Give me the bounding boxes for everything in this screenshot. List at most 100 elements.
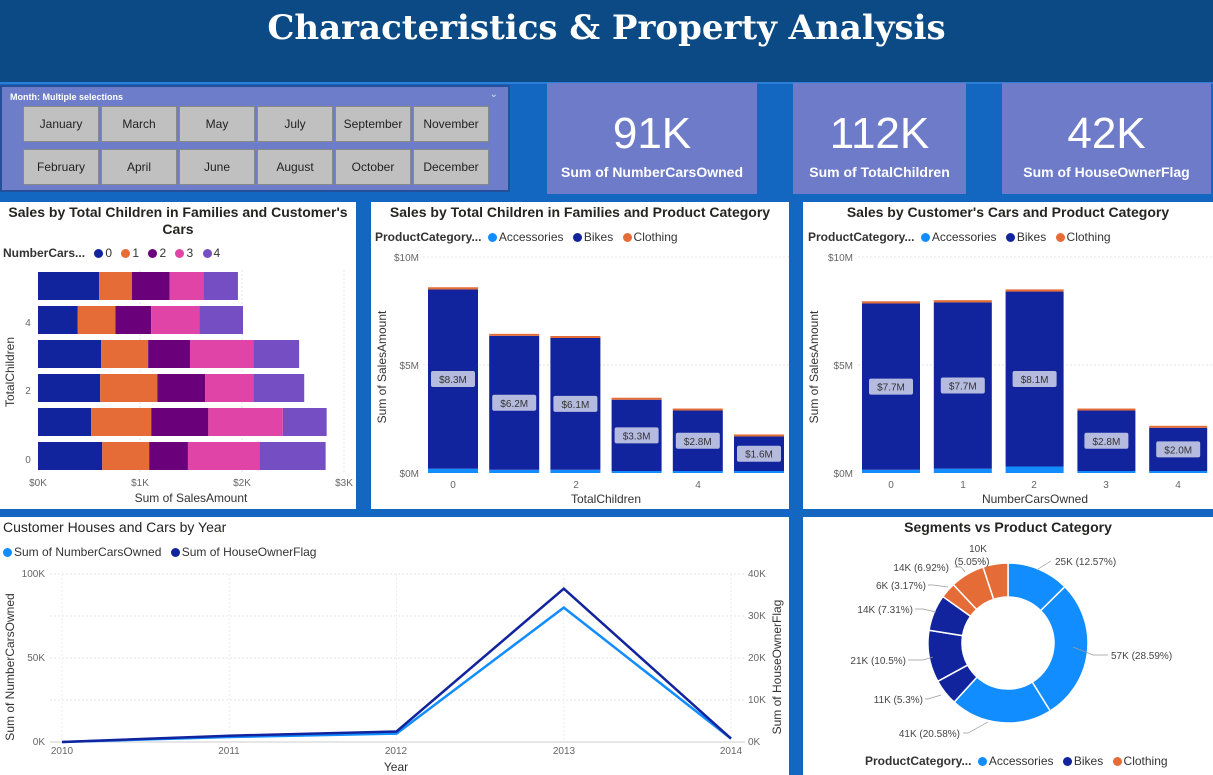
bar-segment[interactable] bbox=[38, 306, 78, 334]
bar-segment[interactable] bbox=[489, 469, 540, 473]
bar-segment[interactable] bbox=[38, 442, 103, 470]
y-tick-label-right: 10K bbox=[748, 695, 766, 706]
y-tick-label: $0M bbox=[834, 469, 853, 480]
x-axis-title: Year bbox=[384, 760, 408, 774]
bar-segment[interactable] bbox=[862, 469, 920, 473]
x-tick-label: 0 bbox=[450, 480, 456, 491]
bar-segment[interactable] bbox=[208, 408, 283, 436]
x-tick-label: 2011 bbox=[218, 746, 240, 757]
month-button-july[interactable]: July bbox=[257, 106, 333, 142]
y-axis-title-right: Sum of HouseOwnerFlag bbox=[770, 600, 784, 735]
bar-segment[interactable] bbox=[550, 469, 601, 473]
bar-segment[interactable] bbox=[672, 408, 723, 411]
bar-segment[interactable] bbox=[199, 306, 244, 334]
bar-segment[interactable] bbox=[91, 408, 152, 436]
bar-segment[interactable] bbox=[933, 468, 992, 473]
month-button-november[interactable]: November bbox=[413, 106, 489, 142]
bar-segment[interactable] bbox=[115, 306, 152, 334]
y-axis-title-left: Sum of NumberCarsOwned bbox=[3, 593, 17, 740]
bar-segment[interactable] bbox=[99, 272, 132, 300]
month-button-april[interactable]: April bbox=[101, 149, 177, 185]
x-tick-label: 2012 bbox=[385, 746, 408, 757]
bar-segment[interactable] bbox=[131, 272, 170, 300]
month-button-august[interactable]: August bbox=[257, 149, 333, 185]
bar-segment[interactable] bbox=[101, 340, 149, 368]
kpi-value: 112K bbox=[829, 109, 930, 158]
month-button-june[interactable]: June bbox=[179, 149, 255, 185]
bar-segment[interactable] bbox=[151, 306, 200, 334]
bar-segment[interactable] bbox=[734, 434, 784, 437]
bar-segment[interactable] bbox=[38, 272, 100, 300]
bar-segment[interactable] bbox=[428, 468, 478, 473]
chart-cars-category: Sales by Customer's Cars and Product Cat… bbox=[803, 202, 1213, 509]
bar-segment[interactable] bbox=[611, 397, 662, 400]
month-button-may[interactable]: May bbox=[179, 106, 255, 142]
data-label: $8.1M bbox=[1021, 375, 1049, 386]
bar-segment[interactable] bbox=[157, 374, 206, 402]
month-button-september[interactable]: September bbox=[335, 106, 411, 142]
y-tick-label-left: 50K bbox=[27, 653, 45, 664]
bar-segment[interactable] bbox=[1005, 466, 1064, 473]
bar-segment[interactable] bbox=[253, 374, 305, 402]
x-tick-label: $2K bbox=[233, 478, 251, 489]
bar-segment[interactable] bbox=[102, 442, 150, 470]
legend-item[interactable]: Clothing bbox=[1124, 754, 1168, 768]
bar-segment[interactable] bbox=[77, 306, 116, 334]
bar-segment[interactable] bbox=[149, 442, 188, 470]
y-axis-title: Sum of SalesAmount bbox=[375, 310, 389, 423]
bar-segment[interactable] bbox=[203, 272, 238, 300]
bar-segment[interactable] bbox=[187, 442, 260, 470]
bar-segment[interactable] bbox=[611, 471, 662, 473]
kpi-value: 42K bbox=[1067, 109, 1146, 158]
y-tick-label-right: 40K bbox=[748, 569, 766, 580]
bar-segment[interactable] bbox=[169, 272, 204, 300]
bar-segment[interactable] bbox=[489, 333, 540, 336]
bar-segment[interactable] bbox=[1149, 471, 1208, 473]
bar-segment[interactable] bbox=[259, 442, 326, 470]
bar-segment[interactable] bbox=[1077, 471, 1136, 473]
y-axis-title: Sum of SalesAmount bbox=[807, 310, 821, 423]
legend-item[interactable]: Accessories bbox=[989, 754, 1054, 768]
bar-segment[interactable] bbox=[1005, 289, 1064, 292]
line-plot: 100K 50K 0K 40K 30K 20K 10K 0K 2010 2011… bbox=[3, 569, 784, 774]
title-bar: Characteristics & Property Analysis bbox=[0, 0, 1213, 84]
x-tick-label: 0 bbox=[888, 480, 894, 491]
legend-title: ProductCategory... bbox=[865, 754, 972, 768]
bar-segment[interactable] bbox=[1077, 408, 1136, 411]
bar-segment[interactable] bbox=[428, 287, 478, 290]
bar-segment[interactable] bbox=[38, 340, 102, 368]
x-axis-title: Sum of SalesAmount bbox=[135, 491, 248, 505]
chevron-down-icon[interactable]: ⌄ bbox=[490, 89, 498, 100]
bar-segment[interactable] bbox=[862, 301, 920, 304]
bar-segment[interactable] bbox=[100, 374, 158, 402]
bar-segment[interactable] bbox=[189, 340, 254, 368]
bar-segment[interactable] bbox=[148, 340, 190, 368]
month-button-october[interactable]: October bbox=[335, 149, 411, 185]
bar-segment[interactable] bbox=[933, 300, 992, 303]
month-slicer: Month: Multiple selections ⌄ January Mar… bbox=[0, 85, 510, 192]
bar-segment[interactable] bbox=[282, 408, 327, 436]
bar-segment[interactable] bbox=[550, 336, 601, 338]
chart-children-cars: Sales by Total Children in Families and … bbox=[0, 202, 356, 509]
month-button-january[interactable]: January bbox=[23, 106, 99, 142]
kpi-card-house-owner: 42K Sum of HouseOwnerFlag bbox=[1002, 83, 1211, 194]
slice-label: 57K (28.59%) bbox=[1111, 651, 1172, 662]
month-button-december[interactable]: December bbox=[413, 149, 489, 185]
bar-segment[interactable] bbox=[734, 471, 784, 473]
bar-segment[interactable] bbox=[151, 408, 209, 436]
bar-segment[interactable] bbox=[253, 340, 300, 368]
bar-segment[interactable] bbox=[38, 374, 101, 402]
y-tick-label: 4 bbox=[25, 318, 31, 329]
kpi-card-children: 112K Sum of TotalChildren bbox=[793, 83, 966, 194]
bar-segment[interactable] bbox=[1149, 425, 1208, 428]
bar-segment[interactable] bbox=[672, 471, 723, 473]
bar-segment[interactable] bbox=[205, 374, 254, 402]
bar-plot: $8.3M$6.2M $6.1M$3.3M $2.8M$1.6M $10M $5M … bbox=[375, 253, 789, 506]
data-label: $6.2M bbox=[500, 399, 528, 410]
y-tick-label: 2 bbox=[25, 386, 31, 397]
legend-dot-icon bbox=[977, 757, 987, 766]
month-button-march[interactable]: March bbox=[101, 106, 177, 142]
month-button-february[interactable]: February bbox=[23, 149, 99, 185]
bar-segment[interactable] bbox=[38, 408, 92, 436]
legend-item[interactable]: Bikes bbox=[1074, 754, 1103, 768]
